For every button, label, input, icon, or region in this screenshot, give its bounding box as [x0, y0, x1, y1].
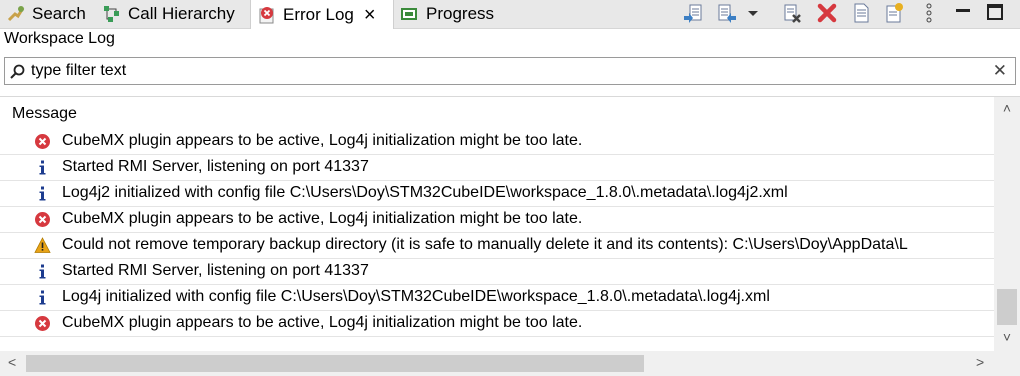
- tab-search[interactable]: Search: [6, 0, 86, 28]
- view-menu-icon[interactable]: [918, 2, 940, 24]
- progress-icon: [400, 4, 420, 24]
- log-row[interactable]: CubeMX plugin appears to be active, Log4…: [0, 129, 994, 155]
- error-icon: [34, 133, 51, 150]
- tab-error-log[interactable]: Error Log ×: [250, 0, 394, 29]
- tab-progress-label: Progress: [426, 4, 495, 23]
- info-icon: [34, 289, 51, 306]
- log-row[interactable]: CubeMX plugin appears to be active, Log4…: [0, 207, 994, 233]
- log-row[interactable]: Log4j2 initialized with config file C:\U…: [0, 181, 994, 207]
- maximize-icon[interactable]: [984, 2, 1006, 24]
- log-message: Started RMI Server, listening on port 41…: [62, 262, 369, 279]
- scroll-corner: [994, 351, 1020, 376]
- vertical-scroll-thumb[interactable]: [997, 289, 1017, 325]
- log-message: Started RMI Server, listening on port 41…: [62, 158, 369, 175]
- scroll-right-icon[interactable]: >: [976, 354, 984, 370]
- log-table: Message CubeMX plugin appears to be acti…: [0, 96, 1020, 376]
- export-log-icon[interactable]: [682, 2, 704, 24]
- search-icon: [6, 4, 26, 24]
- tab-progress[interactable]: Progress: [400, 0, 494, 28]
- info-icon: [34, 159, 51, 176]
- log-row[interactable]: CubeMX plugin appears to be active, Log4…: [0, 311, 994, 337]
- tab-call-hierarchy[interactable]: Call Hierarchy: [102, 0, 235, 28]
- log-row[interactable]: Started RMI Server, listening on port 41…: [0, 259, 994, 285]
- warning-icon: [34, 237, 51, 254]
- log-message: CubeMX plugin appears to be active, Log4…: [62, 210, 583, 227]
- delete-log-icon[interactable]: [816, 2, 838, 24]
- error-log-icon: [257, 5, 277, 25]
- clear-filter-icon[interactable]: ✕: [993, 61, 1007, 81]
- log-message: Could not remove temporary backup direct…: [62, 236, 908, 253]
- horizontal-scroll-thumb[interactable]: [26, 355, 644, 372]
- log-row[interactable]: Log4j initialized with config file C:\Us…: [0, 285, 994, 311]
- import-log-icon[interactable]: [716, 2, 738, 24]
- log-row[interactable]: Started RMI Server, listening on port 41…: [0, 155, 994, 181]
- vertical-scrollbar[interactable]: ˄ ˅: [994, 97, 1020, 351]
- log-message: Log4j initialized with config file C:\Us…: [62, 288, 770, 305]
- scroll-up-icon[interactable]: ˄: [999, 100, 1015, 116]
- log-rows: CubeMX plugin appears to be active, Log4…: [0, 129, 994, 337]
- open-log-icon[interactable]: [850, 2, 872, 24]
- view-title: Workspace Log: [4, 30, 115, 47]
- filter-input[interactable]: [31, 60, 981, 82]
- tab-error-log-label: Error Log: [283, 4, 354, 24]
- clear-log-icon[interactable]: [781, 2, 803, 24]
- restore-log-icon[interactable]: [883, 2, 905, 24]
- error-icon: [34, 315, 51, 332]
- filter-box: ✕: [4, 57, 1016, 85]
- tab-call-hierarchy-label: Call Hierarchy: [128, 4, 235, 23]
- tab-search-label: Search: [32, 4, 86, 23]
- error-icon: [34, 211, 51, 228]
- log-row[interactable]: Could not remove temporary backup direct…: [0, 233, 994, 259]
- scroll-left-icon[interactable]: <: [8, 354, 16, 370]
- dropdown-icon[interactable]: [742, 2, 764, 24]
- view-tab-bar: Search Call Hierarchy Error Log × Progre…: [0, 0, 1020, 29]
- log-message: CubeMX plugin appears to be active, Log4…: [62, 314, 583, 331]
- call-hierarchy-icon: [102, 4, 122, 24]
- info-icon: [34, 185, 51, 202]
- search-icon: [9, 63, 27, 81]
- log-message: CubeMX plugin appears to be active, Log4…: [62, 132, 583, 149]
- info-icon: [34, 263, 51, 280]
- log-message: Log4j2 initialized with config file C:\U…: [62, 184, 788, 201]
- minimize-icon[interactable]: [952, 2, 974, 24]
- scroll-down-icon[interactable]: ˅: [999, 329, 1015, 345]
- horizontal-scrollbar[interactable]: < >: [0, 351, 994, 376]
- close-icon[interactable]: ×: [364, 5, 376, 25]
- column-header-message[interactable]: Message: [12, 105, 77, 123]
